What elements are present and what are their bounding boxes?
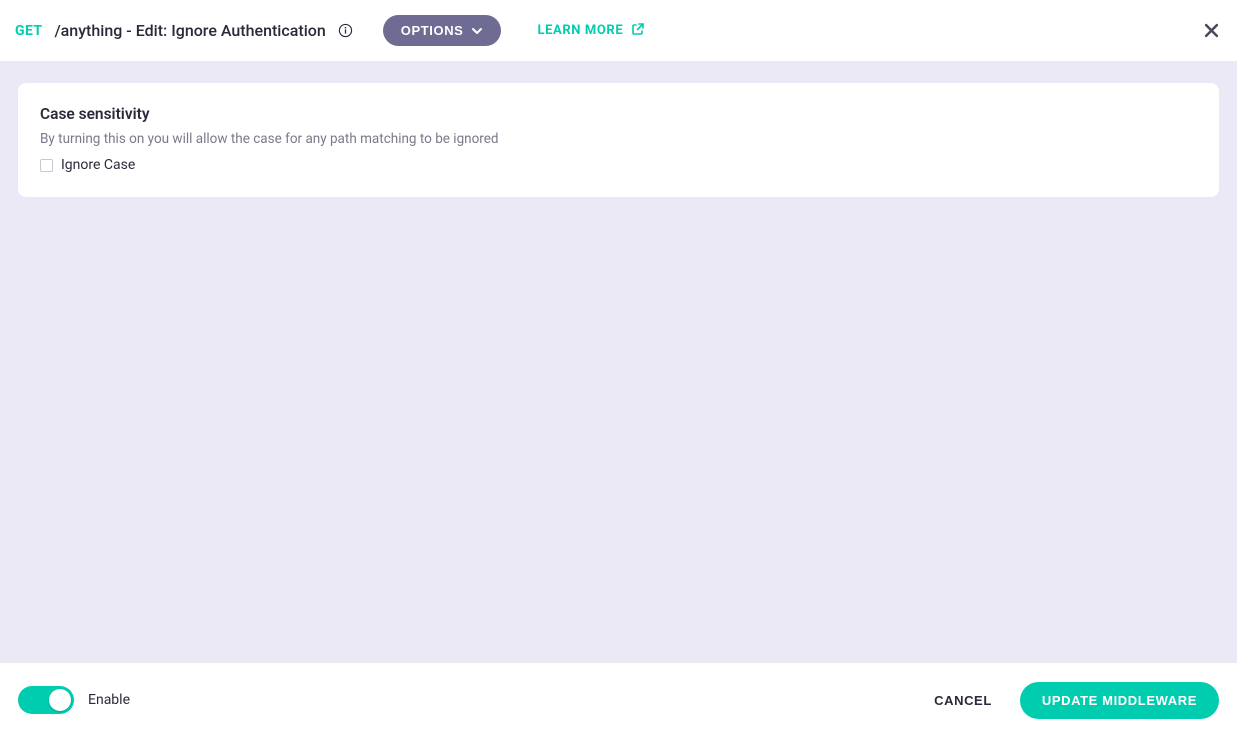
enable-toggle-label: Enable [88,692,130,708]
chevron-down-icon [471,25,483,37]
close-icon[interactable] [1204,23,1219,38]
ignore-case-row: Ignore Case [40,157,1197,173]
enable-toggle[interactable] [18,686,74,714]
page-header: GET /anything - Edit: Ignore Authenticat… [0,0,1237,61]
learn-more-label: LEARN MORE [537,23,623,38]
learn-more-link[interactable]: LEARN MORE [537,22,645,40]
card-title: Case sensitivity [40,105,1197,123]
info-icon[interactable] [338,23,353,38]
update-middleware-button[interactable]: UPDATE MIDDLEWARE [1020,682,1219,719]
cancel-button[interactable]: CANCEL [920,683,1006,718]
page-title: /anything - Edit: Ignore Authentication [54,21,325,40]
http-method-badge: GET [15,23,42,39]
external-link-icon [631,22,645,40]
ignore-case-label: Ignore Case [61,157,135,173]
page-footer: Enable CANCEL UPDATE MIDDLEWARE [0,663,1237,737]
options-button-label: OPTIONS [401,23,464,38]
options-button[interactable]: OPTIONS [383,15,502,46]
case-sensitivity-card: Case sensitivity By turning this on you … [18,83,1219,197]
ignore-case-checkbox[interactable] [40,159,53,172]
main-content: Case sensitivity By turning this on you … [0,61,1237,663]
card-description: By turning this on you will allow the ca… [40,129,1197,149]
toggle-knob [49,689,71,711]
